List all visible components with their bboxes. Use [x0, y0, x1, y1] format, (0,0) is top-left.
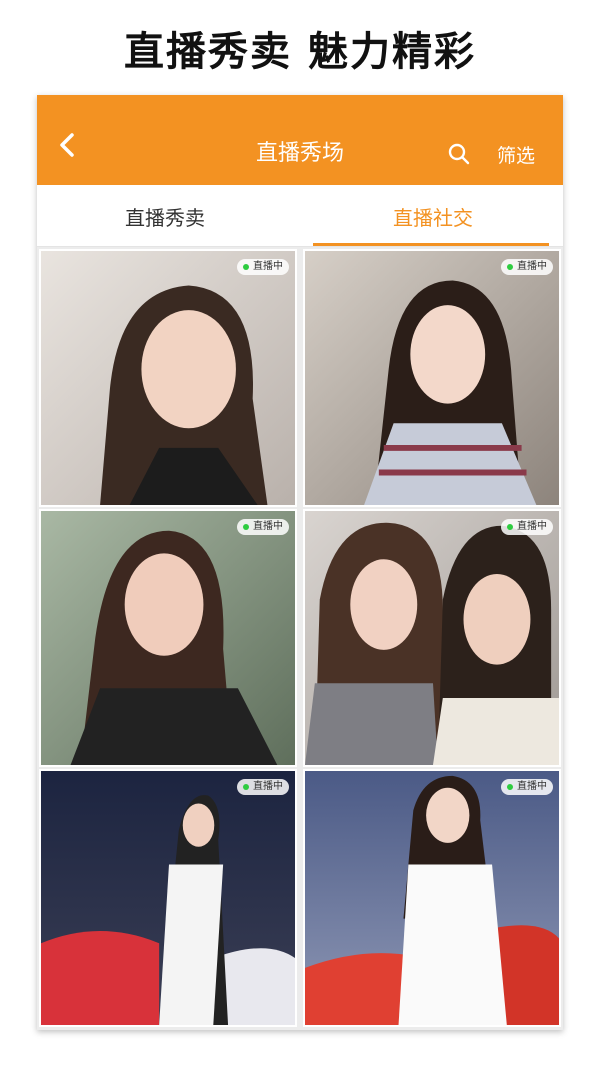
- live-room-card[interactable]: 直播中: [303, 509, 561, 767]
- live-badge: 直播中: [237, 259, 289, 275]
- live-badge: 直播中: [501, 779, 553, 795]
- live-badge-label: 直播中: [517, 781, 547, 792]
- live-badge-label: 直播中: [253, 521, 283, 532]
- promo-headline: 直播秀卖 魅力精彩: [124, 28, 476, 75]
- live-room-card[interactable]: 直播中: [303, 769, 561, 1027]
- streamer-photo: [305, 771, 559, 1025]
- live-dot-icon: [243, 784, 249, 790]
- live-badge: 直播中: [237, 519, 289, 535]
- search-icon[interactable]: [447, 142, 471, 166]
- live-badge-label: 直播中: [517, 521, 547, 532]
- filter-button[interactable]: 筛选: [497, 141, 535, 168]
- live-room-card[interactable]: 直播中: [39, 769, 297, 1027]
- live-room-card[interactable]: 直播中: [39, 509, 297, 767]
- streamer-photo: [41, 771, 295, 1025]
- live-badge-label: 直播中: [253, 781, 283, 792]
- live-room-card[interactable]: 直播中: [303, 249, 561, 507]
- live-badge: 直播中: [501, 259, 553, 275]
- live-dot-icon: [507, 524, 513, 530]
- streamer-photo: [41, 251, 295, 505]
- top-navbar: 直播秀场 筛选: [37, 95, 563, 185]
- streamer-photo: [305, 251, 559, 505]
- tab-live-social[interactable]: 直播社交: [313, 185, 553, 247]
- live-badge-label: 直播中: [253, 261, 283, 272]
- live-dot-icon: [507, 784, 513, 790]
- streamer-photo: [305, 511, 559, 765]
- tab-live-selling[interactable]: 直播秀卖: [45, 185, 285, 247]
- streamer-photo: [41, 511, 295, 765]
- live-room-card[interactable]: 直播中: [39, 249, 297, 507]
- app-screen: 直播秀场 筛选 直播秀卖 直播社交 直播中 直播中 直播中 直播中 直播中 直播…: [37, 95, 563, 1030]
- page-title: 直播秀场: [255, 141, 344, 166]
- live-badge: 直播中: [237, 779, 289, 795]
- live-room-grid: 直播中 直播中 直播中 直播中 直播中 直播中: [37, 247, 563, 1030]
- active-tab-indicator: [313, 243, 549, 246]
- live-dot-icon: [243, 524, 249, 530]
- live-dot-icon: [243, 264, 249, 270]
- live-badge: 直播中: [501, 519, 553, 535]
- live-badge-label: 直播中: [517, 261, 547, 272]
- tab-bar: 直播秀卖 直播社交: [37, 185, 563, 247]
- live-dot-icon: [507, 264, 513, 270]
